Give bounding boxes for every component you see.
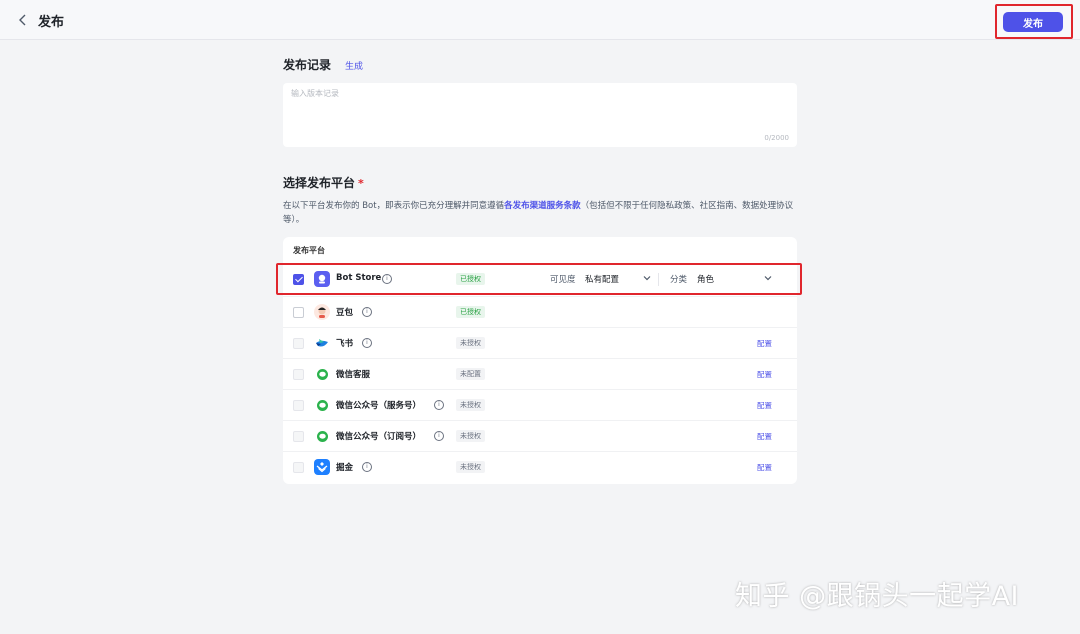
juejin-icon bbox=[314, 459, 330, 475]
wechat-icon bbox=[314, 397, 330, 413]
generate-link[interactable]: 生成 bbox=[345, 59, 363, 72]
platform-section-title: 选择发布平台 * bbox=[283, 174, 364, 191]
platform-description: 在以下平台发布你的 Bot，即表示你已充分理解并同意遵循各发布渠道服务条款（包括… bbox=[283, 199, 803, 227]
char-count: 0/2000 bbox=[764, 134, 789, 142]
category-label: 分类 bbox=[670, 275, 688, 285]
platform-column-header: 发布平台 bbox=[293, 246, 325, 255]
wechat-oa-service-checkbox[interactable] bbox=[293, 400, 304, 411]
info-icon[interactable]: i bbox=[382, 274, 392, 284]
platform-row-wechat-oa-service: 微信公众号（服务号） i 未授权 配置 bbox=[283, 389, 797, 420]
config-link[interactable]: 配置 bbox=[757, 431, 772, 442]
page-title: 发布 bbox=[38, 15, 65, 30]
wechat-oa-subscription-checkbox[interactable] bbox=[293, 431, 304, 442]
info-icon[interactable]: i bbox=[362, 462, 372, 472]
platform-row-wechat-service: 微信客服 未配置 配置 bbox=[283, 358, 797, 389]
service-terms-link[interactable]: 各发布渠道服务条款 bbox=[504, 201, 581, 211]
status-badge: 未授权 bbox=[456, 430, 485, 442]
visibility-label: 可见度 bbox=[550, 275, 576, 285]
status-badge: 已授权 bbox=[456, 273, 485, 285]
platform-row-juejin: 掘金 i 未授权 配置 bbox=[283, 451, 797, 482]
platform-name: 豆包 bbox=[336, 308, 354, 318]
status-badge: 未授权 bbox=[456, 337, 485, 349]
watermark: 知乎 @跟锅头一起学AI bbox=[735, 581, 1020, 612]
config-link[interactable]: 配置 bbox=[757, 369, 772, 380]
wechat-icon bbox=[314, 428, 330, 444]
platform-row-doubao: 豆包 i 已授权 bbox=[283, 296, 797, 327]
desc-prefix: 在以下平台发布你的 Bot，即表示你已充分理解并同意遵循 bbox=[283, 201, 505, 211]
platform-row-bot-store: Bot Store i 已授权 可见度 私有配置 分类 角色 bbox=[283, 264, 797, 295]
field-divider bbox=[658, 273, 659, 286]
visibility-select[interactable]: 私有配置 bbox=[585, 273, 619, 285]
platform-name: 微信客服 bbox=[336, 370, 371, 380]
release-notes-title: 发布记录 bbox=[283, 58, 332, 72]
info-icon[interactable]: i bbox=[434, 431, 444, 441]
publish-button[interactable]: 发布 bbox=[1003, 12, 1063, 32]
back-arrow-icon[interactable] bbox=[17, 13, 29, 27]
juejin-checkbox[interactable] bbox=[293, 462, 304, 473]
feishu-icon bbox=[314, 335, 330, 351]
info-icon[interactable]: i bbox=[434, 400, 444, 410]
platform-name: 飞书 bbox=[336, 339, 354, 349]
required-mark: * bbox=[358, 177, 364, 190]
bot-store-checkbox[interactable] bbox=[293, 274, 304, 285]
platform-name: 微信公众号（订阅号） bbox=[336, 432, 422, 442]
bot-store-icon bbox=[314, 271, 330, 287]
platform-row-wechat-oa-subscription: 微信公众号（订阅号） i 未授权 配置 bbox=[283, 420, 797, 451]
status-badge: 未授权 bbox=[456, 399, 485, 411]
doubao-icon bbox=[314, 304, 330, 320]
chevron-down-icon[interactable] bbox=[764, 275, 772, 281]
wechat-icon bbox=[314, 366, 330, 382]
platform-name: 微信公众号（服务号） bbox=[336, 401, 422, 411]
wechat-service-checkbox[interactable] bbox=[293, 369, 304, 380]
platform-name: Bot Store bbox=[336, 273, 382, 283]
top-bar: 发布 bbox=[0, 0, 1080, 40]
release-notes-input[interactable] bbox=[283, 83, 797, 147]
platform-table: 发布平台 Bot Store i 已授权 可见度 私有配置 分类 角色 豆包 i… bbox=[283, 237, 797, 484]
info-icon[interactable]: i bbox=[362, 307, 372, 317]
info-icon[interactable]: i bbox=[362, 338, 372, 348]
config-link[interactable]: 配置 bbox=[757, 462, 772, 473]
doubao-checkbox[interactable] bbox=[293, 307, 304, 318]
category-select[interactable]: 角色 bbox=[697, 273, 714, 285]
status-badge: 未配置 bbox=[456, 368, 485, 380]
release-notes-box: 0/2000 bbox=[283, 83, 797, 147]
platform-section-title-text: 选择发布平台 bbox=[283, 176, 356, 190]
config-link[interactable]: 配置 bbox=[757, 338, 772, 349]
feishu-checkbox[interactable] bbox=[293, 338, 304, 349]
platform-name: 掘金 bbox=[336, 463, 354, 473]
status-badge: 已授权 bbox=[456, 306, 485, 318]
chevron-down-icon[interactable] bbox=[643, 275, 651, 281]
platform-row-feishu: 飞书 i 未授权 配置 bbox=[283, 327, 797, 358]
config-link[interactable]: 配置 bbox=[757, 400, 772, 411]
status-badge: 未授权 bbox=[456, 461, 485, 473]
